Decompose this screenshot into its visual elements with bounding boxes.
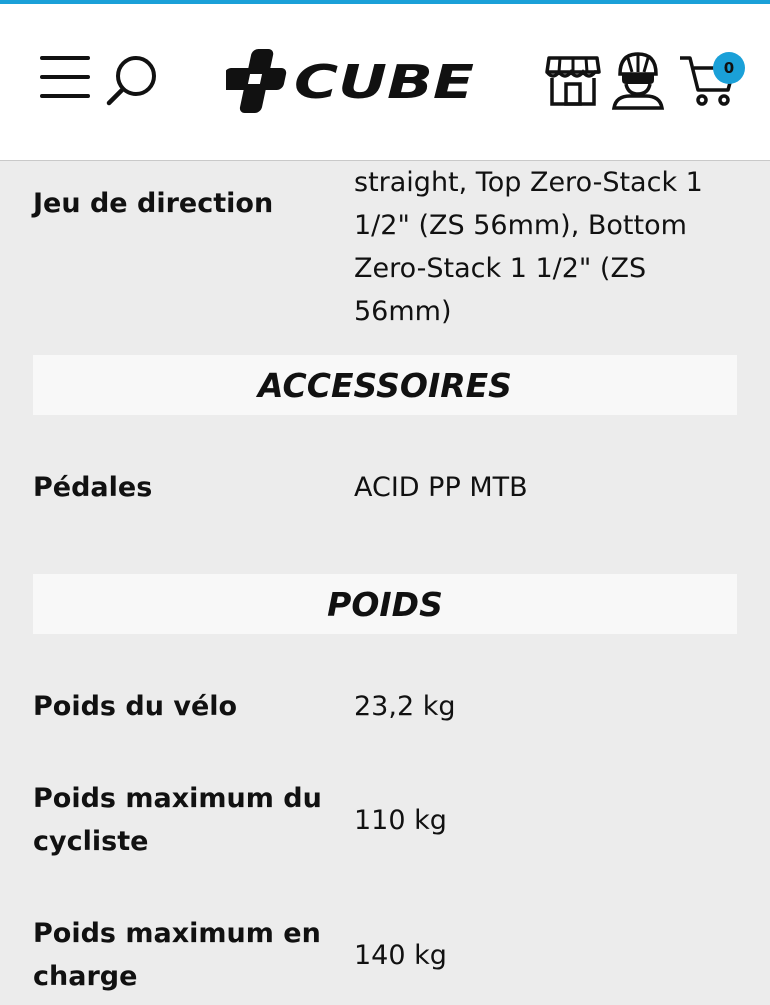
- spec-value-bike-weight: 23,2 kg: [354, 691, 456, 722]
- section-header-weight: POIDS: [33, 574, 737, 634]
- cube-logo[interactable]: CUBE: [226, 46, 478, 116]
- spec-label-max-total-weight: Poids maximum en charge: [33, 918, 321, 992]
- section-header-accessories: ACCESSOIRES: [33, 355, 737, 415]
- store-icon[interactable]: [545, 52, 601, 108]
- cyclist-helmet-icon[interactable]: [610, 50, 666, 110]
- hamburger-menu-icon[interactable]: [40, 56, 92, 102]
- spec-label-headset: Jeu de direction: [33, 188, 274, 219]
- site-header: CUBE 0: [0, 4, 770, 161]
- spec-label-max-rider-weight: Poids maximum du cycliste: [33, 783, 322, 857]
- spec-label-pedals: Pédales: [33, 472, 153, 503]
- spec-value-pedals: ACID PP MTB: [354, 472, 528, 503]
- search-icon[interactable]: [104, 52, 160, 108]
- spec-value-max-total-weight: 140 kg: [354, 940, 447, 971]
- spec-value-max-rider-weight: 110 kg: [354, 805, 447, 836]
- spec-value-headset: straight, Top Zero-Stack 1 1/2" (ZS 56mm…: [354, 167, 703, 327]
- logo-wordmark: CUBE: [294, 55, 474, 109]
- spec-label-bike-weight: Poids du vélo: [33, 691, 238, 722]
- cart-count-badge[interactable]: 0: [713, 52, 745, 84]
